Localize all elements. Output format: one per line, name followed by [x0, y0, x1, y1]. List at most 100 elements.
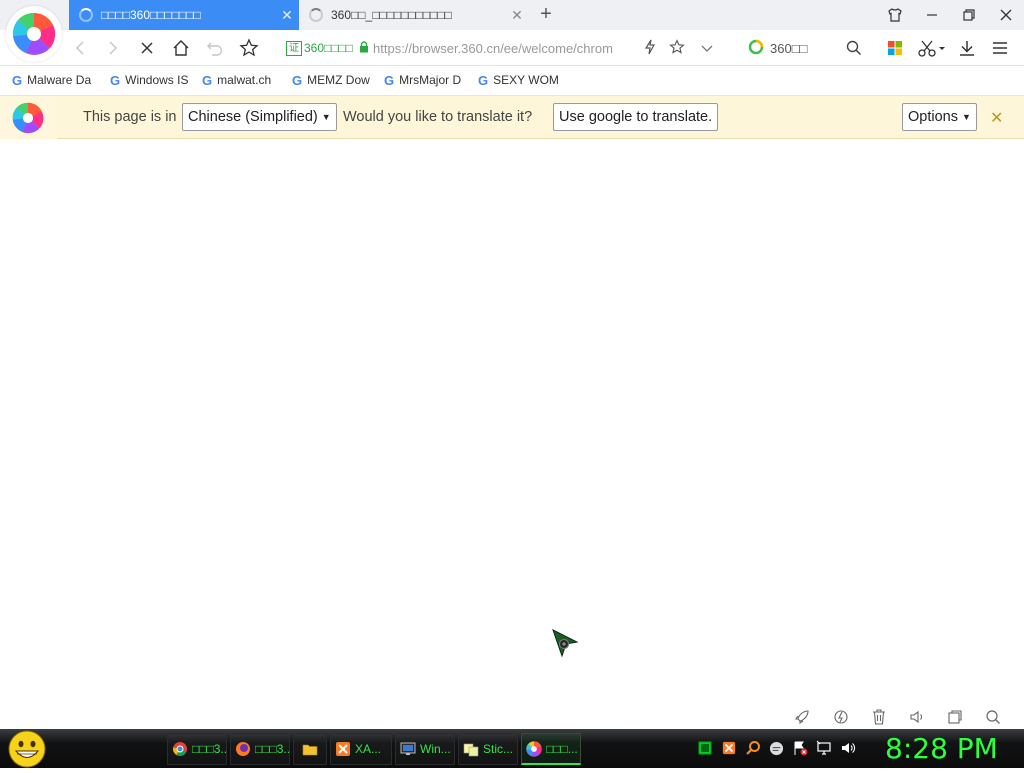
stop-x-icon	[141, 42, 153, 54]
search-engine-label: 360□□	[770, 40, 808, 56]
back-arrow-icon	[75, 41, 84, 55]
chevron-down-icon[interactable]	[701, 41, 713, 56]
download-button[interactable]	[955, 36, 979, 60]
menu-button[interactable]	[988, 36, 1012, 60]
bookmark-label: Windows IS	[125, 73, 189, 87]
trash-icon[interactable]	[870, 709, 888, 725]
accelerate-icon[interactable]	[832, 709, 850, 725]
translate-prefix-text: This page is in	[83, 109, 177, 125]
translate-options-button[interactable]: Options ▼	[902, 103, 977, 131]
taskbar-item-xampp[interactable]: XA...	[330, 733, 392, 765]
rocket-icon[interactable]	[793, 709, 811, 725]
sound-icon[interactable]	[908, 709, 926, 725]
tray-flag-icon[interactable]	[792, 740, 808, 756]
taskbar-item-sticky-notes[interactable]: Stic...	[458, 733, 518, 765]
tab-close-icon[interactable]: ✕	[275, 7, 299, 24]
windows-icon	[400, 742, 416, 755]
new-tab-button[interactable]: +	[535, 3, 557, 27]
favorite-button[interactable]	[237, 36, 261, 60]
360-browser-logo[interactable]	[6, 6, 62, 62]
taskbar-item-label: Stic...	[483, 742, 514, 756]
address-bar[interactable]: 证 360□□□□ https://browser.360.cn/ee/welc…	[286, 35, 736, 61]
tab-title: 360□□_□□□□□□□□□□□	[331, 8, 452, 22]
chrome-icon	[172, 742, 187, 756]
360-logo-icon	[12, 102, 44, 134]
dropdown-caret-icon: ▼	[961, 112, 971, 122]
screenshot-button[interactable]	[915, 36, 949, 60]
certificate-badge[interactable]: 证 360□□□□	[286, 40, 354, 56]
bookmark-item[interactable]: G SEXY WOMI	[478, 73, 560, 88]
translate-question-text: Would you like to translate it?	[343, 109, 533, 125]
tray-monitor-icon[interactable]	[697, 740, 713, 756]
back-button[interactable]	[68, 36, 92, 60]
bookmark-item[interactable]: G Windows IS	[110, 73, 190, 88]
search-engine-icon	[748, 39, 764, 58]
taskbar-item-label: XA...	[355, 742, 382, 756]
loading-spinner-icon	[309, 8, 323, 22]
apps-button[interactable]	[883, 36, 907, 60]
xampp-icon	[336, 742, 350, 756]
bookmark-item[interactable]: G MEMZ Dow	[292, 73, 372, 88]
restore-icon[interactable]	[957, 4, 981, 26]
taskbar-item-firefox[interactable]: □□□3...	[230, 733, 290, 765]
bookmark-label: MrsMajor D	[399, 73, 462, 87]
taskbar: □□□3... □□□3... XA... Win... Stic... □□□…	[0, 729, 1024, 768]
loading-spinner-icon	[79, 8, 93, 22]
taskbar-item-chrome[interactable]: □□□3...	[167, 733, 227, 765]
bookmark-item[interactable]: G Malware Da	[12, 73, 98, 88]
tab-active[interactable]: □□□□360□□□□□□□ ✕	[69, 0, 299, 30]
tray-network-icon[interactable]	[816, 740, 832, 756]
bookmarks-bar: G Malware Da G Windows IS Gmalwat.ch G MEMZ…	[0, 66, 1024, 94]
close-icon[interactable]	[994, 4, 1018, 26]
apps-grid-icon	[888, 41, 902, 55]
folder-icon	[302, 744, 318, 756]
bookmark-label: malwat.ch	[217, 73, 272, 87]
bookmark-item[interactable]: Gmalwat.ch	[202, 73, 280, 88]
bookmark-star-icon[interactable]	[669, 38, 685, 58]
navigation-bar: 证 360□□□□ https://browser.360.cn/ee/welc…	[0, 30, 1024, 66]
language-select-value: Chinese (Simplified)	[188, 109, 318, 125]
home-button[interactable]	[169, 36, 193, 60]
search-button[interactable]	[842, 36, 866, 60]
language-select[interactable]: Chinese (Simplified) ▼	[182, 103, 337, 131]
download-icon	[960, 41, 974, 56]
flash-icon[interactable]	[643, 39, 657, 58]
tray-chat-icon[interactable]	[768, 740, 784, 756]
tray-volume-icon[interactable]	[840, 740, 856, 756]
zoom-icon[interactable]	[984, 709, 1002, 725]
page-content[interactable]	[0, 139, 1024, 705]
taskbar-item-explorer[interactable]	[293, 733, 327, 765]
stop-button[interactable]	[135, 36, 159, 60]
google-icon: G	[12, 72, 23, 88]
star-icon	[239, 38, 259, 57]
undo-close-button[interactable]	[203, 36, 227, 60]
taskbar-clock[interactable]: 8:28 PM	[885, 732, 998, 765]
window-icon[interactable]	[946, 709, 964, 725]
tab-close-icon[interactable]: ✕	[505, 7, 529, 24]
undo-icon	[207, 42, 223, 56]
taskbar-item-label: □□□3...	[192, 742, 227, 756]
translate-close-icon[interactable]: ✕	[990, 108, 1003, 128]
taskbar-item-360-browser[interactable]: □□□...	[521, 733, 581, 765]
google-icon: G	[110, 72, 121, 88]
forward-button[interactable]	[101, 36, 125, 60]
bookmark-label: MEMZ Dow	[307, 73, 370, 87]
bookmark-item[interactable]: G MrsMajor D	[384, 73, 466, 88]
hamburger-menu-icon	[993, 42, 1007, 54]
url-text[interactable]: https://browser.360.cn/ee/welcome/chrom	[373, 41, 629, 56]
skin-icon[interactable]	[883, 4, 907, 26]
minimize-icon[interactable]	[920, 4, 944, 26]
status-bar	[0, 705, 1024, 729]
tab-bar: □□□□360□□□□□□□ ✕ 360□□_□□□□□□□□□□□ ✕ +	[0, 0, 1024, 62]
tab-inactive[interactable]: 360□□_□□□□□□□□□□□ ✕	[299, 0, 529, 30]
smiley-start-icon	[8, 730, 46, 768]
cert-label: 360□□□□	[304, 41, 354, 55]
forward-arrow-icon	[109, 41, 118, 55]
translate-button[interactable]: Use google to translate.	[553, 103, 719, 131]
sticky-notes-icon	[463, 743, 479, 757]
taskbar-item-label: Win...	[420, 742, 451, 756]
tray-search-icon[interactable]	[745, 740, 761, 756]
taskbar-item-windows[interactable]: Win...	[395, 733, 455, 765]
start-button[interactable]	[7, 730, 47, 768]
tray-xampp-icon[interactable]	[721, 740, 737, 756]
